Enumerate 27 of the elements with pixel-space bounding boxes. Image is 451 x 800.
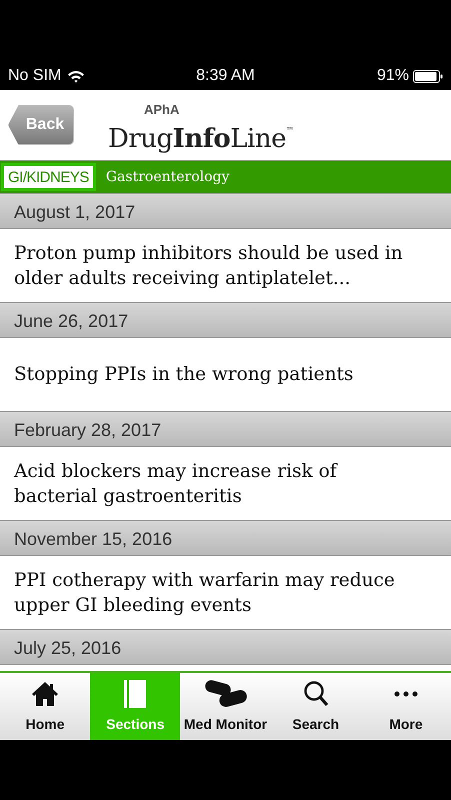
tab-button[interactable]: Search — [270, 673, 361, 740]
wifi-icon — [67, 70, 86, 82]
app-logo: DrugInfoLine$^{™}$ — [108, 122, 294, 154]
section-title: Gastroenterology — [106, 169, 230, 185]
notebook-icon — [123, 679, 148, 709]
article-item[interactable]: PPI cotherapy with warfarin may reduce upper GI bleeding events — [0, 556, 451, 629]
date-header: November 15, 2016 — [0, 520, 451, 556]
date-header: June 26, 2017 — [0, 302, 451, 338]
battery-icon — [412, 70, 443, 82]
article-item[interactable]: Acid blockers may increase risk of bacterial gastroenteritis — [0, 447, 451, 520]
more-icon — [394, 691, 418, 697]
tab-button[interactable]: More — [360, 673, 451, 740]
section-badge: GI/KIDNEYS — [1, 163, 96, 191]
date-header: August 1, 2017 — [0, 193, 451, 229]
date-header: February 28, 2017 — [0, 411, 451, 447]
article-item[interactable]: Proton pump inhibitors should be used in older adults receiving antiplatelet... — [0, 229, 451, 302]
carrier-label: No SIM — [8, 67, 62, 85]
date-header: July 25, 2016 — [0, 629, 451, 665]
status-time: 8:39 AM — [196, 67, 255, 85]
article-item[interactable]: Stopping PPIs in the wrong patients — [0, 338, 451, 411]
tab-button[interactable]: Med Monitor — [180, 673, 271, 740]
pills-icon — [202, 680, 248, 708]
logo-tagline: APhA — [144, 102, 180, 116]
house-icon — [31, 681, 60, 707]
search-icon — [302, 680, 329, 708]
battery-percent: 91% — [376, 67, 409, 85]
tab-button[interactable]: Home — [0, 673, 90, 740]
